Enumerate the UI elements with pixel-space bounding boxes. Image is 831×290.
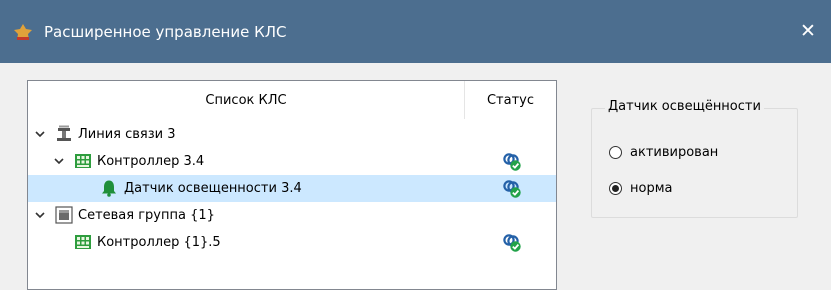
tree-row-label: Датчик освещенности 3.4 [124, 181, 302, 196]
groupbox-legend: Датчик освещённости [605, 98, 764, 116]
radio-circle[interactable] [609, 145, 622, 159]
tree-row-controller-1-5[interactable]: Контроллер {1}.5 [28, 229, 556, 256]
tree-row-label: Контроллер 3.4 [97, 154, 205, 169]
tree-row-light-sensor-3-4[interactable]: Датчик освещенности 3.4 [28, 175, 556, 202]
light-sensor-groupbox [591, 108, 798, 218]
tree-row-controller-3-4[interactable]: Контроллер 3.4 [28, 148, 556, 175]
controller-icon [75, 154, 91, 168]
kls-tree[interactable]: Список КЛС Статус Линия связи 3 Контролл… [27, 80, 557, 290]
tree-row-network-group-1[interactable]: Сетевая группа {1} [28, 202, 556, 229]
connected-ok-icon [503, 180, 522, 199]
chevron-down-icon[interactable] [34, 209, 46, 221]
chevron-down-icon[interactable] [53, 155, 65, 167]
close-icon: ✕ [800, 20, 816, 42]
communication-line-icon [57, 125, 71, 141]
radio-label: активирован [630, 144, 719, 160]
radio-activated[interactable]: активирован [609, 141, 718, 163]
app-icon [14, 24, 32, 40]
tree-header: Список КЛС Статус [28, 81, 556, 119]
title-bar: Расширенное управление КЛС ✕ [0, 0, 831, 63]
radio-label: норма [630, 180, 673, 196]
tree-row-label: Сетевая группа {1} [78, 208, 215, 223]
connected-ok-icon [503, 234, 522, 253]
window-title: Расширенное управление КЛС [44, 23, 287, 41]
column-header-status[interactable]: Статус [465, 81, 556, 119]
network-group-icon [55, 206, 73, 224]
radio-normal[interactable]: норма [609, 177, 672, 199]
chevron-down-icon[interactable] [34, 128, 46, 140]
tree-row-line-3[interactable]: Линия связи 3 [28, 121, 556, 148]
controller-icon [75, 235, 91, 249]
radio-circle-checked[interactable] [609, 181, 622, 195]
tree-row-label: Контроллер {1}.5 [97, 235, 221, 250]
connected-ok-icon [503, 153, 522, 172]
close-button[interactable]: ✕ [785, 0, 831, 63]
bell-sensor-icon [102, 180, 116, 197]
tree-row-label: Линия связи 3 [78, 127, 176, 142]
column-header-name[interactable]: Список КЛС [28, 81, 465, 119]
